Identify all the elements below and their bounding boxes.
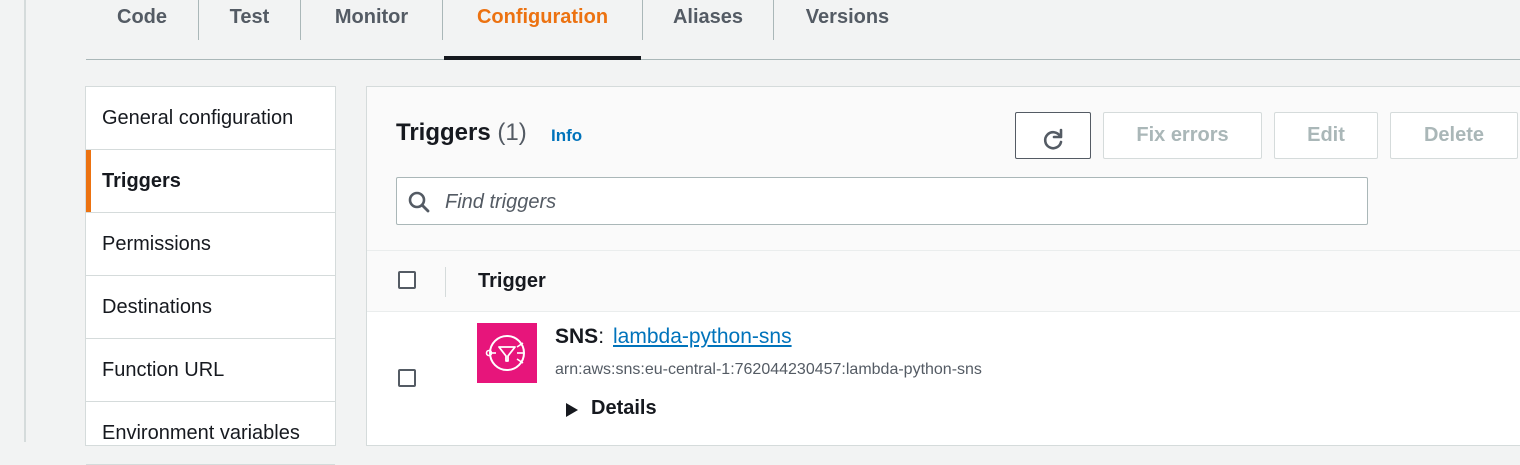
sidenav-item-permissions[interactable]: Permissions [86,213,335,276]
panel-title-text: Triggers [396,119,491,146]
find-triggers-search [396,177,1368,226]
tab-configuration[interactable]: Configuration [443,0,642,40]
info-link[interactable]: Info [551,126,582,146]
sns-service-icon [477,323,537,383]
column-header-trigger: Trigger [478,270,546,292]
find-triggers-input[interactable] [443,178,1347,226]
trigger-type: SNS: [555,325,604,349]
refresh-icon [1041,124,1065,168]
tab-bar-underline [86,59,1520,60]
edit-button[interactable]: Edit [1274,112,1378,159]
sidenav-item-general-configuration[interactable]: General configuration [86,87,335,150]
column-divider [445,267,446,297]
delete-button[interactable]: Delete [1390,112,1518,159]
details-toggle[interactable]: Details [591,397,657,420]
trigger-type-label: SNS [555,325,599,348]
tab-versions[interactable]: Versions [774,0,921,40]
tab-code[interactable]: Code [86,0,198,40]
sidenav-item-environment-variables[interactable]: Environment variables [86,402,335,465]
caret-right-icon[interactable] [565,402,579,423]
table-header-row: Trigger [367,251,1520,312]
tab-test[interactable]: Test [199,0,300,40]
sidenav-item-function-url[interactable]: Function URL [86,339,335,402]
fix-errors-button[interactable]: Fix errors [1103,112,1262,159]
sidenav-item-destinations[interactable]: Destinations [86,276,335,339]
refresh-button[interactable] [1015,112,1091,159]
triggers-panel: Triggers (1) Info Fix errors Edit Delete [366,86,1520,446]
trigger-name-link[interactable]: lambda-python-sns [613,325,792,349]
search-icon [407,190,431,219]
row-select-checkbox[interactable] [398,369,416,387]
sidenav-item-triggers[interactable]: Triggers [86,150,335,213]
trigger-arn: arn:aws:sns:eu-central-1:762044230457:la… [555,361,982,378]
configuration-sidenav: General configuration Triggers Permissio… [85,86,336,465]
page-left-border [24,0,26,442]
tab-aliases[interactable]: Aliases [643,0,773,40]
tab-active-indicator [444,56,641,60]
trigger-count: (1) [497,119,527,146]
triggers-panel-header: Triggers (1) Info Fix errors Edit Delete [367,87,1520,251]
panel-title: Triggers (1) [396,119,527,147]
tab-monitor[interactable]: Monitor [301,0,442,40]
trigger-type-separator: : [598,325,605,348]
select-all-checkbox[interactable] [398,271,416,289]
